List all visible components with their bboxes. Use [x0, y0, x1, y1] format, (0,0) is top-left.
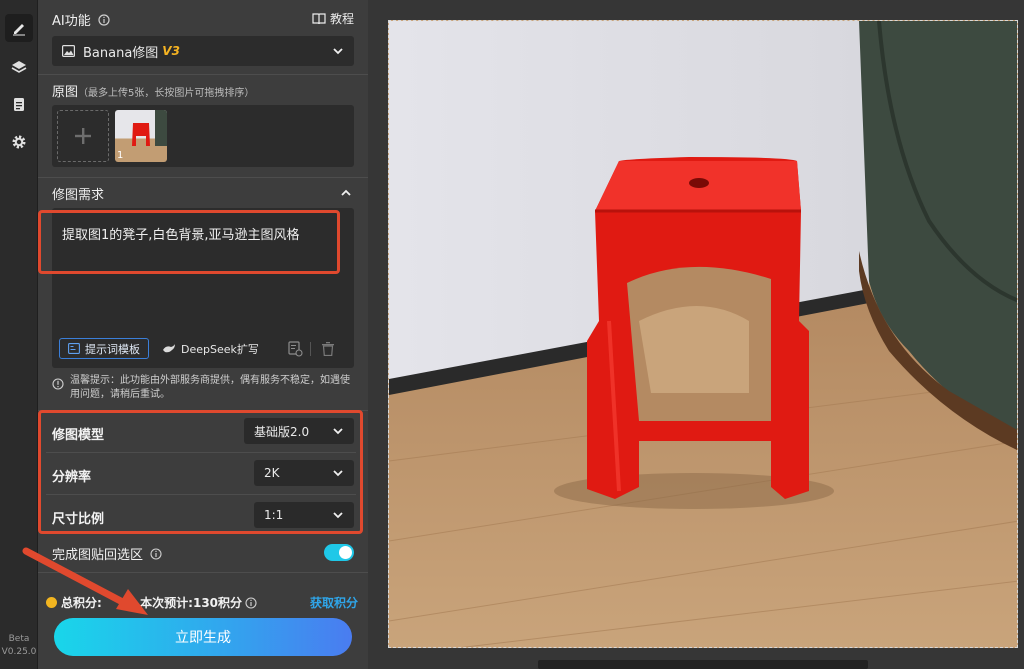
- chevron-down-icon: [333, 428, 343, 435]
- whale-icon: [163, 343, 175, 352]
- ratio-label: 尺寸比例: [52, 512, 105, 527]
- canvas-area[interactable]: [368, 0, 1024, 669]
- settings-tool-button[interactable]: [5, 128, 33, 156]
- model-label: 修图模型: [52, 428, 105, 443]
- original-images-area: 1: [52, 105, 354, 167]
- ratio-select[interactable]: 1:1: [254, 502, 354, 528]
- source-photo[interactable]: [388, 20, 1018, 648]
- divider: [38, 410, 368, 411]
- original-image-thumbnail[interactable]: 1: [115, 110, 167, 162]
- book-icon: [312, 12, 326, 24]
- bottom-toolbar[interactable]: [538, 660, 868, 669]
- version-label: Beta: [8, 634, 30, 644]
- original-images-title: 原图（最多上传5张，长按图片可拖拽排序）: [52, 85, 255, 100]
- get-points-link[interactable]: 获取积分: [310, 594, 358, 611]
- chevron-up-icon[interactable]: [340, 187, 352, 199]
- chevron-down-icon: [333, 512, 343, 519]
- info-icon: [52, 378, 64, 390]
- info-icon[interactable]: [245, 596, 257, 609]
- paste-back-toggle[interactable]: [324, 544, 354, 561]
- history-prompt-icon[interactable]: [288, 341, 303, 357]
- template-icon: [68, 343, 80, 354]
- pencil-icon: [13, 24, 25, 36]
- gear-icon: [12, 135, 26, 149]
- layers-icon: [11, 61, 27, 73]
- plus-icon: [75, 128, 91, 144]
- history-tool-button[interactable]: [5, 90, 33, 118]
- tutorial-link[interactable]: 教程: [312, 10, 354, 27]
- resolution-select[interactable]: 2K: [254, 460, 354, 486]
- divider: [46, 452, 356, 453]
- annotation-arrow: [22, 547, 148, 615]
- prompt-textarea[interactable]: 提取图1的凳子,白色背景,亚马逊主图风格 提示词模板 DeepSeek扩写: [52, 208, 354, 368]
- chevron-down-icon: [333, 48, 343, 55]
- divider: [46, 494, 356, 495]
- trash-icon[interactable]: [322, 342, 334, 356]
- toggle-knob: [339, 546, 352, 559]
- edit-tool-button[interactable]: [5, 14, 33, 42]
- add-image-button[interactable]: [57, 110, 109, 162]
- stool-photo: [389, 21, 1017, 647]
- clipboard-icon: [14, 98, 24, 111]
- service-notice: 温馨提示：此功能由外部服务商提供，偶有服务不稳定，如遇使用问题，请稍后重试。: [70, 375, 350, 400]
- model-select[interactable]: 基础版2.0: [244, 418, 354, 444]
- edit-request-title: 修图需求: [52, 188, 105, 203]
- deepseek-expand-button[interactable]: DeepSeek扩写: [158, 338, 263, 359]
- prompt-template-button[interactable]: 提示词模板: [59, 338, 149, 359]
- ai-feature-title: AI功能: [52, 10, 110, 29]
- divider: [38, 177, 368, 178]
- chevron-down-icon: [333, 470, 343, 477]
- divider: [38, 74, 368, 75]
- resolution-label: 分辨率: [52, 470, 92, 485]
- tool-select[interactable]: Banana修图 V3: [52, 36, 354, 66]
- layers-tool-button[interactable]: [5, 53, 33, 81]
- version-number: V0.25.0: [1, 647, 37, 657]
- generate-button[interactable]: 立即生成: [54, 618, 352, 656]
- image-icon: [62, 45, 75, 57]
- info-icon[interactable]: [98, 14, 110, 26]
